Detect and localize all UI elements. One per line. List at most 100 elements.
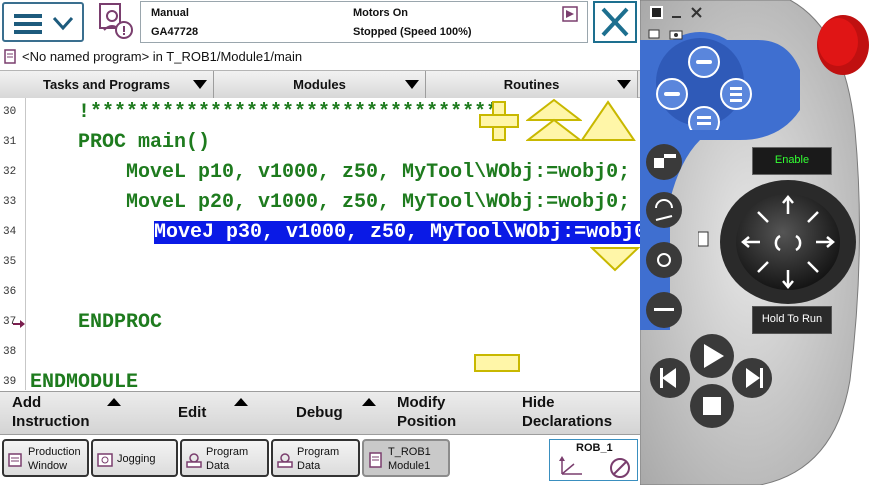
program-tabs: Tasks and Programs Modules Routines [0,70,640,98]
task-label: T_ROB1 [388,446,431,458]
add-instruction-button[interactable]: Add Instruction [12,392,172,435]
production-window-icon [8,453,22,467]
task-label: Module1 [388,460,431,472]
quickset-button[interactable]: ROB_1 [549,439,638,481]
task-label: Window [28,460,68,472]
edit-button[interactable]: Edit [178,392,278,435]
program-editor-icon [369,452,382,468]
coordinate-system-icon [559,456,582,475]
top-bar: Manual GA47728 Motors On Stopped (Speed … [0,0,640,44]
code-line[interactable]: ENDPROC [30,308,640,338]
line-number: 36 [3,286,17,298]
dropdown-arrow-icon [617,80,631,89]
motion-selection-keys [646,144,682,328]
main-menu-button[interactable] [2,2,84,42]
operator-message-icon[interactable] [96,2,136,42]
minimize-icon [672,16,681,18]
code-line[interactable] [30,338,640,368]
event-log-icon[interactable] [562,6,578,22]
breadcrumb-text: <No named program> in T_ROB1/Module1/mai… [22,49,303,64]
jogging-icon [97,453,113,467]
task-label: Production [28,446,81,458]
scroll-up-icon[interactable] [580,98,636,144]
flexpendant-hardware: Enable Hold To Run [639,0,870,485]
program-document-icon [4,49,16,64]
debug-button[interactable]: Debug [296,392,396,435]
line-number: 39 [3,376,17,388]
status-bar[interactable]: Manual GA47728 Motors On Stopped (Speed … [140,1,588,43]
joystick[interactable] [698,180,858,308]
code-line[interactable] [30,248,640,278]
chevron-down-icon [52,16,74,31]
modify-position-button[interactable]: Modify Position [397,392,507,435]
dropdown-arrow-icon [405,80,419,89]
tab-modules[interactable]: Modules [214,71,426,98]
close-button[interactable] [593,1,637,43]
close-icon [601,7,629,37]
selected-instruction: MoveJ p30, v1000, z50, MyTool\WObj:=wobj… [154,221,640,244]
task-label: Data [206,460,230,472]
zoom-in-icon[interactable] [476,98,522,144]
motors-state: Motors On [353,7,408,19]
taskbar-production-window[interactable]: Production Window [2,439,89,477]
operating-mode: Manual [151,7,189,19]
button-label: Position [397,413,457,430]
mechanical-unit-label: ROB_1 [576,442,613,454]
menu-up-arrow-icon [107,398,121,406]
task-label: Data [297,460,321,472]
code-editor[interactable]: 30 31 32 33 34 35 36 37 38 39 !*********… [0,98,640,390]
minimize-window-button[interactable] [670,6,683,19]
restore-window-button[interactable] [650,6,663,19]
close-window-button[interactable] [690,6,703,19]
tab-label: Modules [293,77,346,92]
code-line[interactable] [30,278,640,308]
button-label: Instruction [12,413,90,430]
code-line[interactable]: MoveL p10, v1000, z50, MyTool\WObj:=wobj… [30,158,640,188]
command-bar: Add Instruction Edit Debug Modify Positi… [0,391,640,435]
flexpendant-screen: Manual GA47728 Motors On Stopped (Speed … [0,0,640,485]
programmable-keys [656,46,752,130]
taskbar: Production Window Jogging Program Data P… [0,436,640,485]
scroll-down-icon[interactable] [590,246,640,272]
dropdown-arrow-icon [193,80,207,89]
taskbar-jogging[interactable]: Jogging [91,439,178,477]
close-icon [691,7,702,18]
menu-up-arrow-icon [362,398,376,406]
program-data-icon [277,453,293,468]
enable-device-button[interactable]: Enable [752,147,832,175]
button-label: Modify [397,394,446,411]
button-label: Edit [178,404,207,421]
stop-icon [703,397,721,415]
button-label: Debug [296,404,343,421]
breadcrumb: <No named program> in T_ROB1/Module1/mai… [0,46,640,68]
taskbar-module[interactable]: T_ROB1 Module1 [362,439,450,477]
button-label: Declarations [522,413,613,430]
program-data-icon [186,453,202,468]
taskbar-program-data-2[interactable]: Program Data [271,439,360,477]
tab-routines[interactable]: Routines [426,71,638,98]
toggle-axes-key[interactable] [646,242,682,278]
tab-label: Tasks and Programs [43,77,170,92]
line-number: 33 [3,196,17,208]
line-number: 30 [3,106,17,118]
code-line-selected[interactable]: MoveJ p30, v1000, z50, MyTool\WObj:=wobj… [154,218,640,248]
page-up-icon[interactable] [526,98,582,144]
tab-label: Routines [503,77,560,92]
system-name: GA47728 [151,26,199,38]
taskbar-program-data-1[interactable]: Program Data [180,439,269,477]
line-number: 35 [3,256,17,268]
task-label: Program [206,446,249,458]
tab-tasks-and-programs[interactable]: Tasks and Programs [0,71,214,98]
program-pointer-icon [13,320,25,328]
zoom-out-icon[interactable] [474,354,520,372]
line-number: 38 [3,346,17,358]
program-state: Stopped (Speed 100%) [353,26,472,38]
line-number: 31 [3,136,17,148]
menu-up-arrow-icon [234,398,248,406]
code-line[interactable]: ENDMODULE [30,368,640,390]
code-line[interactable]: MoveL p20, v1000, z50, MyTool\WObj:=wobj… [30,188,640,218]
hide-declarations-button[interactable]: Hide Declarations [522,392,638,435]
toggle-motion-mode-key[interactable] [646,192,682,228]
button-label: Add [12,394,42,411]
task-label: Program [297,446,340,458]
